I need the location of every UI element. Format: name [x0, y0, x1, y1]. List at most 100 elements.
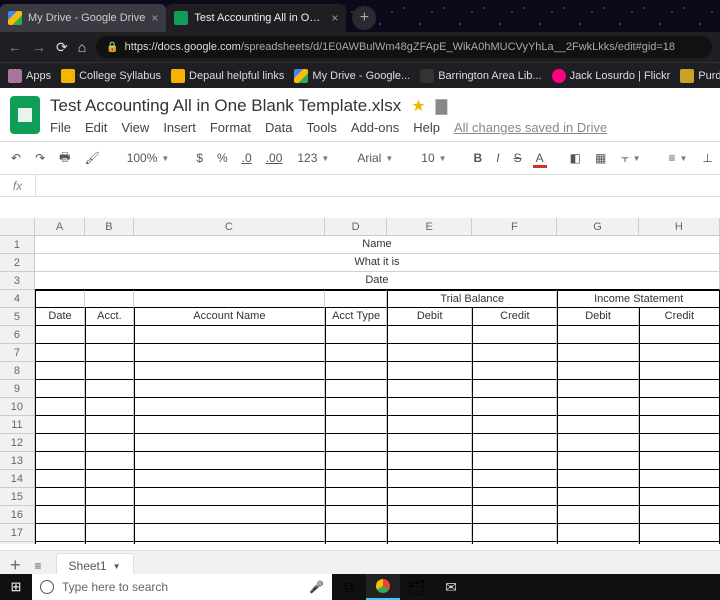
- cell[interactable]: [639, 524, 720, 542]
- cell[interactable]: [639, 470, 720, 488]
- borders-icon[interactable]: ▦: [592, 149, 609, 167]
- cell[interactable]: [387, 434, 472, 452]
- cell[interactable]: [134, 362, 326, 380]
- cell[interactable]: [325, 344, 387, 362]
- cell[interactable]: [557, 398, 638, 416]
- back-icon[interactable]: ←: [8, 39, 22, 55]
- strike-button[interactable]: S: [511, 149, 525, 167]
- bookmark-item[interactable]: Depaul helpful links: [171, 69, 284, 83]
- col-header[interactable]: H: [639, 218, 720, 235]
- h-align-button[interactable]: ≡▼: [664, 149, 691, 167]
- cell[interactable]: [134, 344, 326, 362]
- cell[interactable]: [134, 542, 326, 544]
- row-header[interactable]: 6: [0, 326, 35, 344]
- apps-button[interactable]: Apps: [8, 69, 51, 83]
- cell[interactable]: [639, 416, 720, 434]
- all-sheets-button[interactable]: ≡: [35, 559, 42, 573]
- select-all-corner[interactable]: [0, 218, 35, 235]
- bookmark-item[interactable]: Purdu: [680, 69, 720, 83]
- more-formats[interactable]: 123▼: [293, 149, 333, 167]
- cell[interactable]: [35, 506, 85, 524]
- cell[interactable]: [557, 470, 638, 488]
- start-button[interactable]: ⊞: [0, 574, 32, 600]
- format-currency[interactable]: $: [193, 149, 206, 167]
- undo-icon[interactable]: ↶: [8, 149, 24, 167]
- cell[interactable]: [85, 524, 133, 542]
- cell[interactable]: Name: [35, 236, 720, 254]
- cell[interactable]: [134, 524, 326, 542]
- v-align-button[interactable]: ⊥: [699, 149, 715, 167]
- bookmark-item[interactable]: My Drive - Google...: [294, 69, 410, 83]
- menu-insert[interactable]: Insert: [163, 120, 196, 135]
- cell[interactable]: [639, 488, 720, 506]
- cell[interactable]: [639, 326, 720, 344]
- cell[interactable]: [387, 344, 472, 362]
- cell[interactable]: Date: [35, 272, 720, 290]
- cell[interactable]: Credit: [472, 308, 557, 326]
- cell[interactable]: [639, 362, 720, 380]
- menu-addons[interactable]: Add-ons: [351, 120, 399, 135]
- cell[interactable]: [387, 470, 472, 488]
- cell[interactable]: [134, 488, 326, 506]
- file-explorer-icon[interactable]: 🗂: [400, 574, 434, 600]
- cell[interactable]: [472, 434, 557, 452]
- col-header[interactable]: G: [557, 218, 638, 235]
- col-header[interactable]: C: [134, 218, 326, 235]
- browser-tab-drive[interactable]: My Drive - Google Drive ×: [0, 4, 166, 32]
- bold-button[interactable]: B: [471, 149, 486, 167]
- cell[interactable]: [35, 326, 85, 344]
- cell[interactable]: [557, 326, 638, 344]
- cell[interactable]: [85, 362, 133, 380]
- cell[interactable]: [557, 362, 638, 380]
- col-header[interactable]: A: [35, 218, 85, 235]
- add-sheet-button[interactable]: +: [10, 555, 21, 576]
- cell[interactable]: [35, 290, 85, 308]
- cell[interactable]: [639, 380, 720, 398]
- print-icon[interactable]: 🖶: [56, 146, 73, 171]
- taskbar-search[interactable]: Type here to search 🎤: [32, 574, 332, 600]
- cell[interactable]: [35, 434, 85, 452]
- cell[interactable]: [325, 488, 387, 506]
- row-header[interactable]: 9: [0, 380, 35, 398]
- cell[interactable]: [472, 344, 557, 362]
- new-tab-button[interactable]: +: [352, 6, 376, 30]
- col-header[interactable]: B: [85, 218, 133, 235]
- cell[interactable]: [35, 416, 85, 434]
- browser-tab-sheets[interactable]: Test Accounting All in One Blank… ×: [166, 4, 346, 32]
- cell[interactable]: [472, 506, 557, 524]
- font-size-select[interactable]: 10▼: [417, 149, 450, 167]
- cell[interactable]: [472, 488, 557, 506]
- paint-format-icon[interactable]: 🖌: [81, 149, 102, 167]
- cell[interactable]: [387, 416, 472, 434]
- star-icon[interactable]: ★: [411, 96, 425, 116]
- cell[interactable]: [557, 380, 638, 398]
- row-header[interactable]: 8: [0, 362, 35, 380]
- cell[interactable]: [134, 470, 326, 488]
- cell[interactable]: [325, 542, 387, 544]
- cell[interactable]: [639, 506, 720, 524]
- cell[interactable]: [557, 542, 638, 544]
- cell[interactable]: [387, 398, 472, 416]
- row-header[interactable]: 18: [0, 542, 35, 544]
- menu-format[interactable]: Format: [210, 120, 251, 135]
- cell[interactable]: [325, 470, 387, 488]
- bookmark-item[interactable]: Jack Losurdo | Flickr: [552, 69, 671, 83]
- cell[interactable]: Account Name: [134, 308, 326, 326]
- cell[interactable]: [85, 470, 133, 488]
- cell[interactable]: [85, 506, 133, 524]
- cell[interactable]: [134, 290, 326, 308]
- cell[interactable]: [472, 524, 557, 542]
- row-header[interactable]: 11: [0, 416, 35, 434]
- cell[interactable]: [325, 452, 387, 470]
- cell[interactable]: [639, 344, 720, 362]
- cell[interactable]: [325, 380, 387, 398]
- cell[interactable]: [325, 506, 387, 524]
- cell[interactable]: [472, 362, 557, 380]
- cell[interactable]: [387, 524, 472, 542]
- document-title[interactable]: Test Accounting All in One Blank Templat…: [50, 96, 401, 116]
- cell[interactable]: [557, 416, 638, 434]
- bookmark-item[interactable]: Barrington Area Lib...: [420, 69, 541, 83]
- cell[interactable]: [85, 542, 133, 544]
- menu-data[interactable]: Data: [265, 120, 292, 135]
- cell[interactable]: [639, 434, 720, 452]
